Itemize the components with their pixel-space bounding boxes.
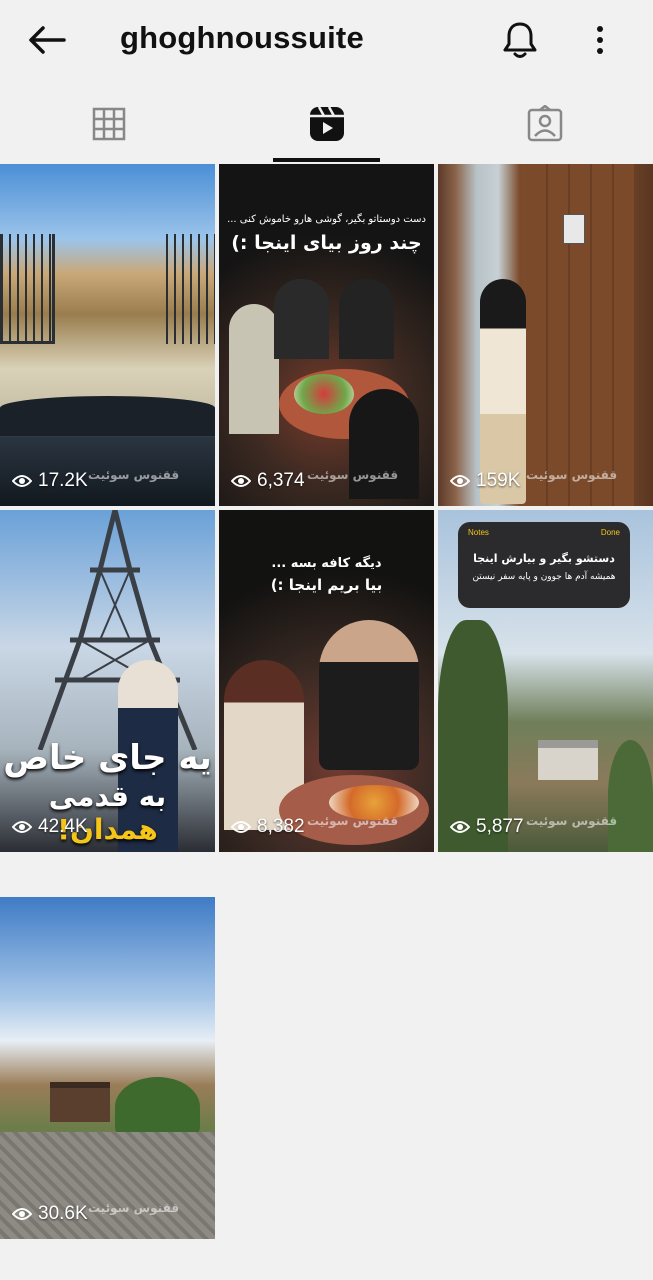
- tagged-person-icon: [527, 105, 562, 142]
- view-count: 30.6K: [12, 1203, 88, 1225]
- reel-thumbnail[interactable]: ققنوس سوئیت 30.6K: [0, 897, 215, 1239]
- person: [319, 620, 419, 770]
- view-count: 5,877: [450, 816, 524, 838]
- active-tab-indicator: [273, 158, 380, 162]
- reel-thumbnail[interactable]: ققنوس سوئیت 17.2K: [0, 164, 215, 506]
- reel-thumbnail[interactable]: یه جای خاص به قدمی همدان! 42.4K: [0, 510, 215, 852]
- notes-back-label: Notes: [468, 528, 489, 537]
- eye-icon: [12, 821, 32, 833]
- reel-caption-part: به قدمی: [48, 780, 167, 813]
- profile-username: ghoghnoussuite: [120, 20, 364, 55]
- eye-icon: [450, 475, 470, 487]
- reel-thumbnail[interactable]: Notes Done دستشو بگیر و بیارش اینجا همیش…: [438, 510, 653, 852]
- reel-caption-small: دست دوستاتو بگیر، گوشی هارو خاموش کنی ..…: [227, 214, 426, 225]
- person: [274, 279, 329, 359]
- view-count-value: 17.2K: [38, 470, 88, 491]
- view-count-value: 159K: [476, 470, 521, 491]
- eye-icon: [450, 821, 470, 833]
- reel-caption: بیا بریم اینجا :): [270, 576, 383, 594]
- door-number-plate: [563, 214, 585, 244]
- reel-caption: یه جای خاص: [3, 738, 212, 778]
- view-count-value: 42.4K: [38, 816, 88, 837]
- tab-tagged[interactable]: [436, 84, 653, 164]
- cabin: [50, 1082, 110, 1122]
- notes-title: دستشو بگیر و بیارش اینجا: [473, 552, 615, 565]
- notifications-button[interactable]: [496, 16, 544, 64]
- eiffel-tower-replica: [37, 510, 198, 750]
- watermark: ققنوس سوئیت: [307, 814, 399, 828]
- tab-reels[interactable]: [218, 84, 435, 164]
- person: [339, 279, 394, 359]
- reel-thumbnail[interactable]: ققنوس سوئیت 159K: [438, 164, 653, 506]
- watermark: ققنوس سوئیت: [88, 468, 180, 482]
- reel-thumbnail[interactable]: دیگه کافه بسه ... بیا بریم اینجا :) ققنو…: [219, 510, 434, 852]
- view-count-value: 30.6K: [38, 1203, 88, 1224]
- view-count: 6,374: [231, 470, 305, 492]
- profile-tabs: [0, 84, 653, 164]
- gate-right: [160, 234, 215, 344]
- view-count-value: 5,877: [476, 816, 524, 837]
- view-count: 8,382: [231, 816, 305, 838]
- notes-done-label: Done: [600, 528, 620, 537]
- fruit-platter: [294, 374, 354, 414]
- tree: [115, 1077, 200, 1137]
- watermark: ققنوس سوئیت: [307, 468, 399, 482]
- watermark: ققنوس سوئیت: [526, 468, 618, 482]
- eye-icon: [231, 821, 251, 833]
- eye-icon: [12, 475, 32, 487]
- view-count: 159K: [450, 470, 520, 492]
- reel-caption: چند روز بیای اینجا :): [231, 232, 422, 254]
- view-count: 42.4K: [12, 816, 88, 838]
- gate-left: [0, 234, 55, 344]
- watermark: ققنوس سوئیت: [526, 814, 618, 828]
- reels-icon: [309, 106, 344, 141]
- top-bar: ghoghnoussuite: [0, 0, 653, 80]
- bell-icon: [503, 22, 537, 58]
- eye-icon: [12, 1208, 32, 1220]
- more-vertical-icon: [597, 26, 603, 54]
- view-count-value: 6,374: [257, 470, 305, 491]
- grid-icon: [92, 107, 125, 141]
- reel-caption-small: دیگه کافه بسه ...: [271, 556, 382, 571]
- tree: [608, 740, 653, 852]
- notes-body: همیشه آدم ها جوون و پایه سفر نیستن: [472, 572, 616, 582]
- gazebo: [538, 740, 598, 780]
- notes-card: Notes Done دستشو بگیر و بیارش اینجا همیش…: [458, 522, 630, 608]
- person: [229, 304, 279, 434]
- view-count-value: 8,382: [257, 816, 305, 837]
- eye-icon: [231, 475, 251, 487]
- person: [349, 389, 419, 499]
- back-button[interactable]: [22, 18, 70, 62]
- watermark: ققنوس سوئیت: [88, 1201, 180, 1215]
- view-count: 17.2K: [12, 470, 88, 492]
- more-options-button[interactable]: [578, 16, 622, 64]
- tab-posts[interactable]: [0, 84, 217, 164]
- car-dashboard: [0, 396, 215, 436]
- reel-thumbnail[interactable]: دست دوستاتو بگیر، گوشی هارو خاموش کنی ..…: [219, 164, 434, 506]
- arrow-left-icon: [29, 26, 66, 54]
